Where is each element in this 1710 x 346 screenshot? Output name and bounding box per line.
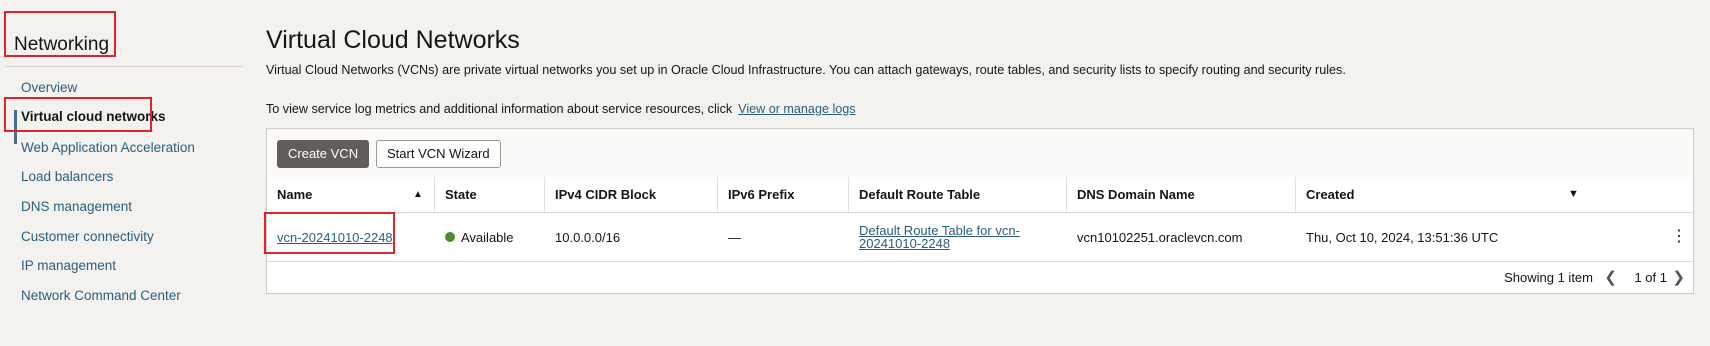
table-footer: Showing 1 item ❮ 1 of 1 ❯ [267, 262, 1693, 294]
sidebar-divider [6, 66, 242, 67]
chevron-right-icon[interactable]: ❯ [1672, 268, 1685, 286]
highlight-box-networking [4, 11, 116, 57]
cell-dns: vcn10102251.oraclevcn.com [1077, 229, 1243, 245]
chevron-down-icon[interactable]: ▼ [1568, 177, 1579, 212]
table-row: vcn-20241010-2248 Available 10.0.0.0/16 … [267, 213, 1693, 262]
column-header-created-label: Created [1306, 187, 1355, 202]
status-available-icon [445, 232, 455, 242]
vcn-table-panel: Create VCN Start VCN Wizard Name ▲ State… [266, 128, 1694, 294]
cell-created: Thu, Oct 10, 2024, 13:51:36 UTC [1306, 229, 1499, 245]
sidebar-item-customer-connectivity[interactable]: Customer connectivity [21, 229, 154, 244]
more-actions-icon[interactable]: ⋮ [1671, 213, 1687, 261]
column-header-ipv4[interactable]: IPv4 CIDR Block [545, 177, 718, 212]
column-header-state[interactable]: State [435, 177, 545, 212]
cell-route-table: Default Route Table for vcn-20241010-224… [849, 213, 1067, 261]
logs-info: To view service log metrics and addition… [266, 102, 856, 116]
sort-ascending-icon[interactable]: ▲ [413, 177, 423, 212]
column-header-created[interactable]: Created ▼ [1296, 177, 1693, 212]
sidebar-item-load-balancers[interactable]: Load balancers [21, 169, 113, 184]
sidebar-item-dns-management[interactable]: DNS management [21, 199, 132, 214]
page-title: Virtual Cloud Networks [266, 26, 520, 54]
cell-ipv6: — [728, 229, 741, 245]
column-header-name[interactable]: Name ▲ [267, 177, 435, 212]
column-header-ipv6[interactable]: IPv6 Prefix [718, 177, 849, 212]
table-toolbar: Create VCN Start VCN Wizard [267, 129, 1693, 178]
highlight-box-vcn-name [264, 212, 395, 254]
page-indicator: 1 of 1 [1634, 270, 1667, 285]
table-header: Name ▲ State IPv4 CIDR Block IPv6 Prefix… [267, 177, 1693, 213]
sidebar-item-overview[interactable]: Overview [21, 80, 77, 95]
column-header-name-label: Name [277, 187, 313, 202]
page-description: Virtual Cloud Networks (VCNs) are privat… [266, 63, 1346, 77]
showing-count: Showing 1 item [1504, 270, 1593, 285]
sidebar-item-network-command-center[interactable]: Network Command Center [21, 288, 181, 303]
logs-info-text: To view service log metrics and addition… [266, 102, 733, 116]
highlight-box-vcn-nav [4, 97, 152, 132]
route-table-link[interactable]: Default Route Table for vcn-20241010-224… [859, 224, 1067, 250]
column-header-dns[interactable]: DNS Domain Name [1067, 177, 1296, 212]
cell-ipv4: 10.0.0.0/16 [555, 229, 621, 245]
sidebar-item-web-application-acceleration[interactable]: Web Application Acceleration [21, 140, 195, 155]
chevron-left-icon[interactable]: ❮ [1604, 268, 1617, 286]
view-manage-logs-link[interactable]: View or manage logs [738, 102, 855, 116]
column-header-route-table[interactable]: Default Route Table [849, 177, 1067, 212]
create-vcn-button[interactable]: Create VCN [277, 140, 370, 168]
state-label: Available [461, 229, 514, 245]
cell-state: Available [435, 213, 545, 261]
start-vcn-wizard-button[interactable]: Start VCN Wizard [376, 140, 501, 168]
sidebar-item-ip-management[interactable]: IP management [21, 258, 116, 273]
sidebar-nav: Networking Overview Virtual cloud networ… [0, 0, 242, 346]
